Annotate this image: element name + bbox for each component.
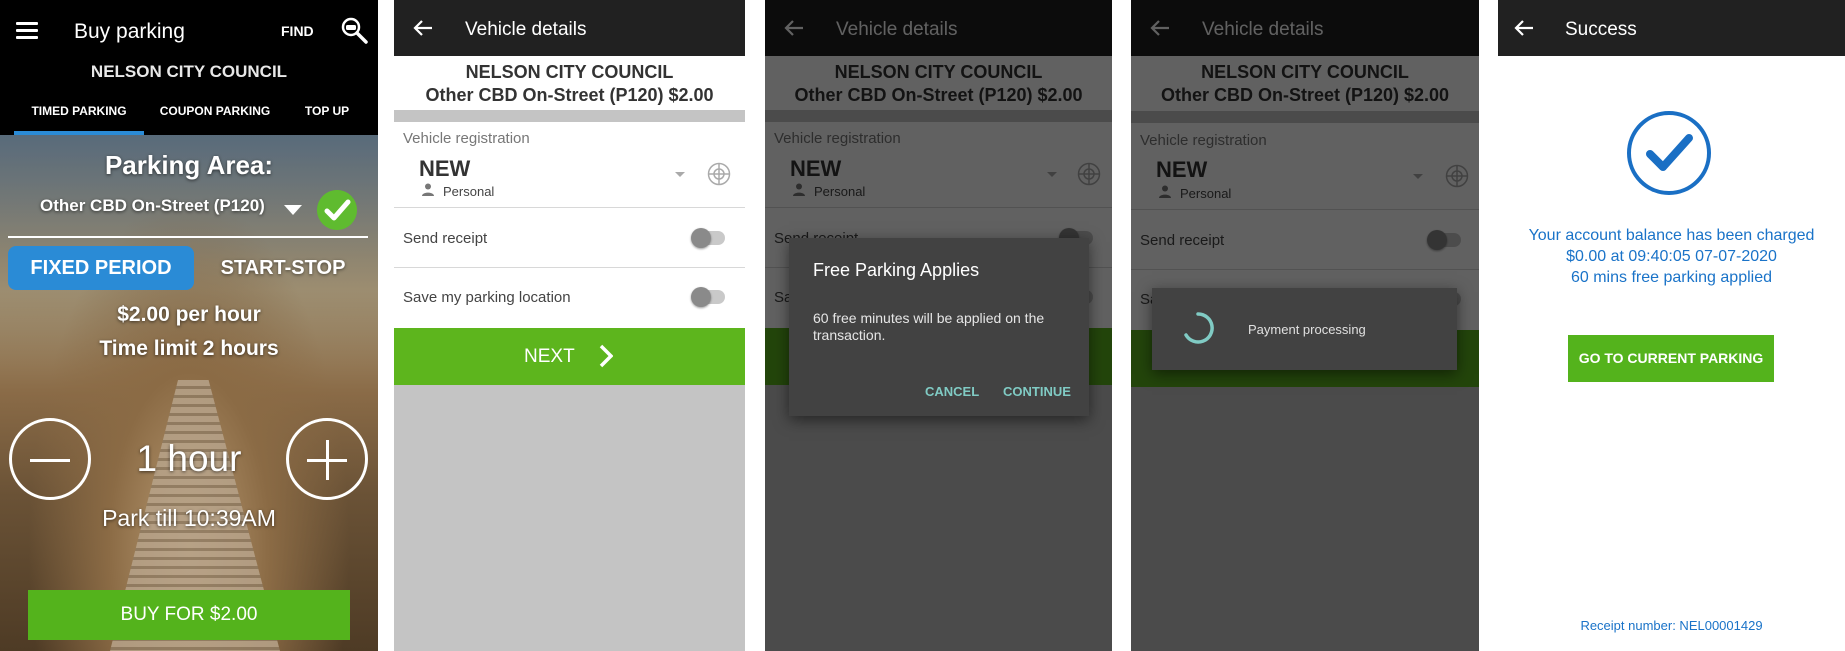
vehicle-details-screen: Vehicle details NELSON CITY COUNCIL Othe… bbox=[394, 0, 745, 651]
send-receipt-toggle[interactable] bbox=[691, 228, 725, 248]
parking-rate: $2.00 per hour bbox=[117, 303, 261, 326]
parking-area-select[interactable]: Other CBD On-Street (P120) bbox=[40, 196, 265, 216]
divider bbox=[394, 110, 745, 122]
success-line-2: $0.00 at 09:40:05 07-07-2020 bbox=[1566, 248, 1777, 265]
app-header: Buy parking FIND NELSON CITY COUNCIL TIM… bbox=[0, 0, 378, 135]
empty-area bbox=[394, 385, 745, 651]
council-name: NELSON CITY COUNCIL bbox=[90, 62, 288, 81]
buy-button[interactable]: BUY FOR $2.00 bbox=[28, 590, 350, 640]
success-line-3: 60 mins free parking applied bbox=[1570, 269, 1772, 286]
receipt-number: Receipt number: NEL00001429 bbox=[1580, 618, 1763, 633]
council-name: NELSON CITY COUNCIL bbox=[465, 62, 674, 82]
send-receipt-label: Send receipt bbox=[403, 230, 488, 247]
payment-processing-screen: Vehicle details NELSON CITY COUNCIL Othe… bbox=[1131, 0, 1479, 651]
dialog-message: 60 free minutes will be applied on the t… bbox=[813, 310, 1045, 343]
success-check-icon bbox=[1627, 111, 1711, 195]
buy-parking-screen: Buy parking FIND NELSON CITY COUNCIL TIM… bbox=[0, 0, 378, 651]
success-message: Your account balance has been charged $0… bbox=[1498, 225, 1845, 288]
registration-select[interactable]: NEW bbox=[419, 156, 470, 182]
dialog-title: Free Parking Applies bbox=[813, 260, 980, 280]
registration-label: Vehicle registration bbox=[403, 130, 530, 147]
go-to-current-parking-button[interactable]: GO TO CURRENT PARKING bbox=[1568, 335, 1774, 382]
tab-timed-parking[interactable]: TIMED PARKING bbox=[14, 100, 144, 135]
checkmark-icon bbox=[317, 190, 357, 230]
park-till-time: Park till 10:39AM bbox=[102, 505, 276, 531]
app-bar: Vehicle details bbox=[394, 0, 745, 56]
tab-top-up[interactable]: TOP UP bbox=[291, 100, 363, 135]
chevron-right-icon bbox=[599, 344, 613, 368]
parking-area-heading: Parking Area: bbox=[104, 150, 274, 180]
fixed-period-button[interactable]: FIXED PERIOD bbox=[8, 246, 194, 290]
person-icon bbox=[422, 183, 434, 196]
time-limit: Time limit 2 hours bbox=[99, 337, 279, 360]
next-button-label: NEXT bbox=[524, 346, 575, 367]
increase-button[interactable] bbox=[286, 418, 368, 500]
save-location-label: Save my parking location bbox=[403, 289, 571, 306]
registration-type: Personal bbox=[443, 184, 495, 199]
divider bbox=[8, 236, 368, 238]
tab-coupon-parking[interactable]: COUPON PARKING bbox=[152, 100, 278, 135]
success-line-1: Your account balance has been charged bbox=[1528, 227, 1815, 244]
loading-spinner-icon bbox=[1184, 312, 1214, 344]
search-icon[interactable] bbox=[340, 16, 368, 44]
back-arrow-icon[interactable] bbox=[412, 17, 434, 39]
save-location-toggle[interactable] bbox=[691, 287, 725, 307]
page-title: Vehicle details bbox=[465, 19, 587, 40]
add-vehicle-icon[interactable] bbox=[707, 162, 731, 186]
app-bar: Success bbox=[1498, 0, 1845, 56]
continue-button[interactable]: CONTINUE bbox=[1003, 384, 1071, 399]
free-parking-dialog: Free Parking Applies 60 free minutes wil… bbox=[789, 238, 1089, 416]
tab-bar: TIMED PARKING COUPON PARKING TOP UP bbox=[0, 100, 378, 135]
start-stop-button[interactable]: START-STOP bbox=[200, 246, 366, 290]
vehicle-details-dialog-screen: Vehicle details NELSON CITY COUNCIL Othe… bbox=[765, 0, 1112, 651]
page-title: Success bbox=[1565, 19, 1637, 40]
processing-message: Payment processing bbox=[1248, 322, 1366, 337]
divider bbox=[394, 267, 745, 268]
next-button[interactable]: NEXT bbox=[394, 328, 745, 385]
back-arrow-icon[interactable] bbox=[1513, 17, 1535, 39]
divider bbox=[394, 207, 745, 208]
cancel-button[interactable]: CANCEL bbox=[925, 384, 979, 399]
page-title: Buy parking bbox=[74, 20, 185, 43]
success-screen: Success Your account balance has been ch… bbox=[1498, 0, 1845, 651]
chevron-down-icon[interactable] bbox=[675, 172, 685, 177]
chevron-down-icon[interactable] bbox=[284, 205, 302, 215]
find-button[interactable]: FIND bbox=[281, 23, 314, 39]
zone-price: Other CBD On-Street (P120) $2.00 bbox=[425, 85, 714, 105]
menu-icon[interactable] bbox=[16, 22, 38, 40]
processing-dialog: Payment processing bbox=[1152, 288, 1457, 370]
